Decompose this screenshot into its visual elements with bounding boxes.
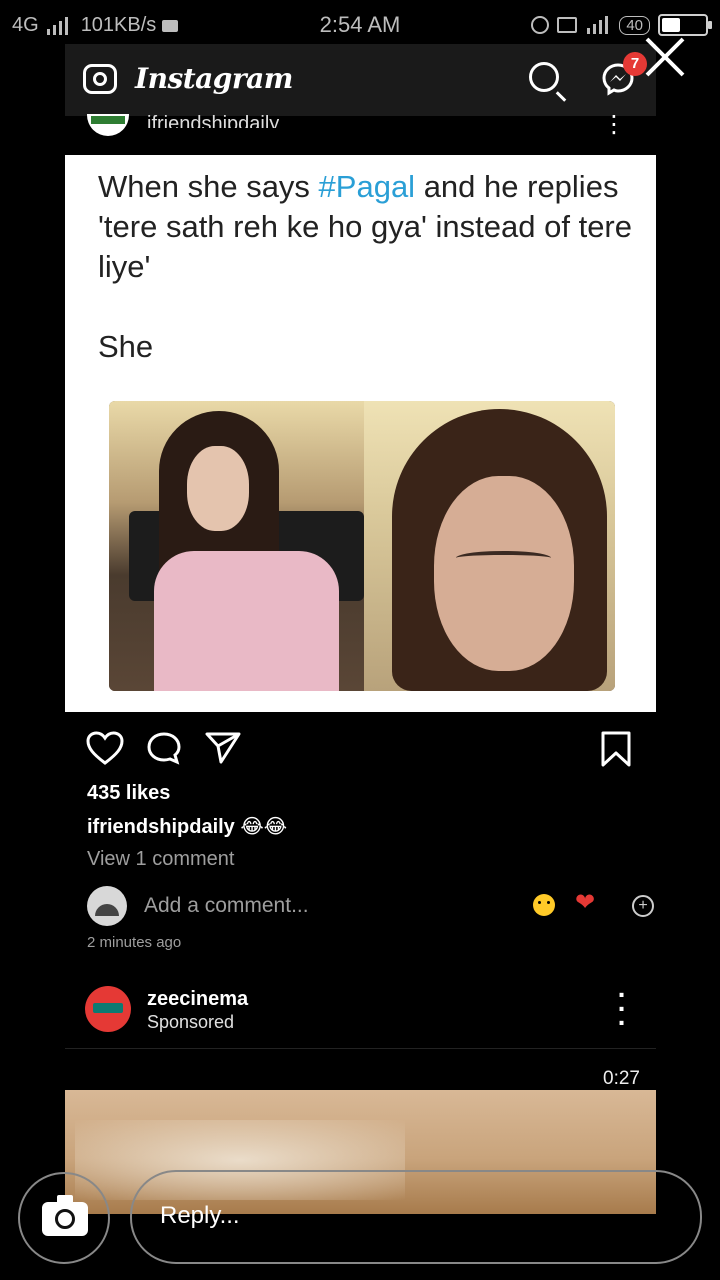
camera-icon — [42, 1195, 88, 1236]
current-user-avatar — [87, 886, 127, 926]
signal-icon-2 — [587, 16, 609, 34]
meme-photo-right — [364, 401, 615, 691]
reply-placeholder: Reply... — [160, 1202, 240, 1229]
like-heart-icon[interactable] — [85, 730, 125, 766]
add-reaction-icon[interactable]: + — [632, 895, 654, 917]
caption-emoji: 😂😂 — [240, 816, 288, 838]
battery-icon — [658, 14, 712, 36]
bookmark-icon[interactable] — [599, 730, 633, 768]
camera-button[interactable] — [18, 1172, 110, 1264]
alarm-icon — [531, 16, 550, 34]
sponsored-post-header: zeecinema Sponsored · · · — [85, 981, 645, 1037]
share-icon[interactable] — [203, 730, 243, 766]
post-username[interactable]: ifriendshipdaily — [147, 104, 279, 128]
search-icon[interactable] — [529, 62, 559, 92]
add-comment-input[interactable]: Add a comment... — [144, 894, 309, 918]
volte-icon — [557, 17, 578, 33]
divider — [65, 1048, 656, 1049]
post-author-avatar[interactable] — [87, 114, 129, 136]
meme-text: When she says #Pagal and he replies 'ter… — [98, 167, 656, 367]
likes-count[interactable]: 435 likes — [87, 782, 170, 805]
video-duration: 0:27 — [603, 1068, 640, 1089]
heart-reaction-icon[interactable]: ❤ — [575, 888, 595, 917]
comment-icon[interactable] — [145, 730, 183, 766]
post-image[interactable]: When she says #Pagal and he replies 'ter… — [65, 155, 656, 712]
sponsored-more-icon[interactable]: · · · — [618, 981, 627, 1037]
battery-percent: 40 — [619, 15, 650, 35]
reply-input[interactable]: Reply... — [130, 1170, 702, 1264]
post-more-icon[interactable]: ⋮ — [602, 110, 626, 139]
meme-photo — [109, 401, 615, 691]
sponsor-avatar[interactable] — [85, 986, 131, 1032]
meme-hashtag: #Pagal — [318, 169, 416, 204]
post-actions — [65, 726, 656, 770]
meme-she-text: She — [98, 329, 154, 364]
post-caption: ifriendshipdaily 😂😂 — [87, 814, 287, 839]
sponsor-username[interactable]: zeecinema — [147, 988, 248, 1011]
post-time-ago: 2 minutes ago — [87, 934, 182, 951]
caption-username[interactable]: ifriendshipdaily — [87, 816, 235, 838]
status-bar: 4G 101KB/s 2:54 AM 40 — [0, 0, 720, 50]
view-comments-link[interactable]: View 1 comment — [87, 848, 234, 871]
add-comment-row: Add a comment... ❤ + — [87, 886, 654, 926]
sponsored-label: Sponsored — [147, 1012, 235, 1032]
camera-icon[interactable] — [83, 64, 117, 94]
instagram-logo: Instagram — [135, 62, 293, 95]
instagram-screen: Instagram 7 ifriendshipdaily ⋮ When she … — [65, 44, 656, 1214]
meme-photo-left — [109, 401, 364, 691]
close-icon[interactable] — [642, 34, 688, 80]
emoji-reaction-icon[interactable] — [533, 894, 555, 916]
